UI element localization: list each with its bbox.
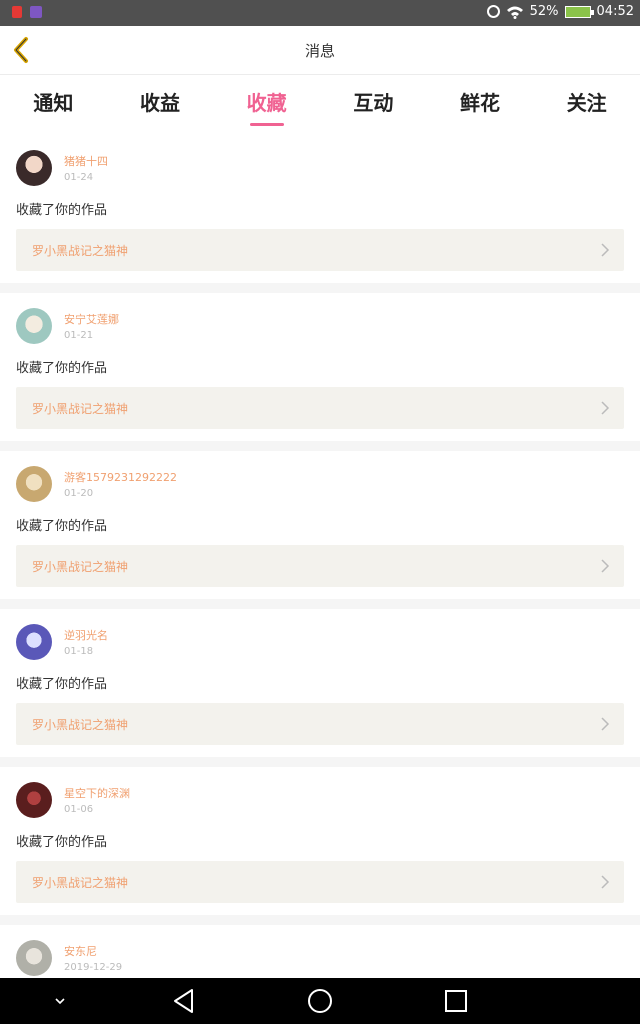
system-navigation-bar bbox=[0, 978, 640, 1024]
back-button[interactable] bbox=[164, 978, 204, 1024]
user-name[interactable]: 安宁艾莲娜 bbox=[64, 311, 119, 327]
date: 01-24 bbox=[64, 172, 94, 183]
action-text: 收藏了你的作品 bbox=[16, 677, 108, 692]
app-notification-icon bbox=[30, 6, 42, 18]
favorites-list: 猪猪十四 01-24 收藏了你的作品 罗小黑战记之猫神 安宁艾莲娜 01-21 … bbox=[0, 135, 640, 995]
user-name[interactable]: 猪猪十四 bbox=[64, 153, 108, 169]
status-bar: 52% 04:52 bbox=[0, 0, 640, 26]
tab-notifications[interactable]: 通知 bbox=[0, 75, 107, 135]
date: 01-21 bbox=[64, 330, 94, 341]
battery-icon bbox=[564, 5, 594, 18]
list-item: 星空下的深渊 01-06 收藏了你的作品 罗小黑战记之猫神 bbox=[0, 767, 640, 915]
avatar[interactable] bbox=[16, 624, 52, 660]
tab-label: 通知 bbox=[33, 91, 74, 115]
action-text: 收藏了你的作品 bbox=[16, 361, 108, 376]
home-circle-icon bbox=[308, 989, 332, 1013]
tab-favorites[interactable]: 收藏 bbox=[213, 75, 320, 135]
clock: 04:52 bbox=[596, 4, 634, 19]
header: 消息 bbox=[0, 26, 640, 75]
list-item: 安宁艾莲娜 01-21 收藏了你的作品 罗小黑战记之猫神 bbox=[0, 293, 640, 441]
tab-flowers[interactable]: 鲜花 bbox=[427, 75, 534, 135]
wifi-icon bbox=[506, 5, 524, 19]
date: 01-06 bbox=[64, 804, 94, 815]
work-link[interactable]: 罗小黑战记之猫神 bbox=[16, 545, 624, 587]
work-title: 罗小黑战记之猫神 bbox=[32, 718, 129, 732]
action-text: 收藏了你的作品 bbox=[16, 519, 108, 534]
tab-label: 关注 bbox=[566, 91, 607, 115]
hide-nav-button[interactable] bbox=[40, 978, 80, 1024]
alarm-icon bbox=[486, 5, 500, 18]
user-name[interactable]: 逆羽光名 bbox=[64, 627, 108, 643]
avatar[interactable] bbox=[16, 466, 52, 502]
work-link[interactable]: 罗小黑战记之猫神 bbox=[16, 387, 624, 429]
chevron-right-icon bbox=[601, 401, 610, 415]
chevron-right-icon bbox=[601, 717, 610, 731]
list-item: 逆羽光名 01-18 收藏了你的作品 罗小黑战记之猫神 bbox=[0, 609, 640, 757]
work-title: 罗小黑战记之猫神 bbox=[32, 244, 129, 258]
work-title: 罗小黑战记之猫神 bbox=[32, 402, 129, 416]
action-text: 收藏了你的作品 bbox=[16, 835, 108, 850]
user-name[interactable]: 星空下的深渊 bbox=[64, 785, 130, 801]
back-triangle-icon bbox=[174, 989, 193, 1013]
chevron-down-icon bbox=[55, 998, 65, 1005]
tab-bar: 通知 收益 收藏 互动 鲜花 关注 bbox=[0, 75, 640, 135]
tab-following[interactable]: 关注 bbox=[533, 75, 640, 135]
avatar[interactable] bbox=[16, 308, 52, 344]
work-title: 罗小黑战记之猫神 bbox=[32, 560, 129, 574]
user-name[interactable]: 游客1579231292222 bbox=[64, 469, 177, 485]
avatar[interactable] bbox=[16, 940, 52, 976]
work-title: 罗小黑战记之猫神 bbox=[32, 876, 129, 890]
tab-interactions[interactable]: 互动 bbox=[320, 75, 427, 135]
app-notification-icon bbox=[12, 6, 22, 18]
user-name[interactable]: 安东尼 bbox=[64, 943, 97, 959]
action-text: 收藏了你的作品 bbox=[16, 203, 108, 218]
tab-label: 鲜花 bbox=[460, 91, 501, 115]
active-tab-indicator bbox=[249, 123, 284, 126]
chevron-right-icon bbox=[601, 243, 610, 257]
work-link[interactable]: 罗小黑战记之猫神 bbox=[16, 229, 624, 271]
tab-earnings[interactable]: 收益 bbox=[107, 75, 214, 135]
recent-apps-button[interactable] bbox=[436, 978, 476, 1024]
list-item: 猪猪十四 01-24 收藏了你的作品 罗小黑战记之猫神 bbox=[0, 135, 640, 283]
work-link[interactable]: 罗小黑战记之猫神 bbox=[16, 861, 624, 903]
chevron-right-icon bbox=[601, 559, 610, 573]
home-button[interactable] bbox=[300, 978, 340, 1024]
tab-label: 互动 bbox=[353, 91, 394, 115]
tab-label: 收藏 bbox=[246, 91, 287, 115]
date: 01-18 bbox=[64, 646, 94, 657]
battery-percent: 52% bbox=[529, 4, 559, 19]
tab-label: 收益 bbox=[140, 91, 180, 115]
date: 2019-12-29 bbox=[64, 962, 123, 973]
page-title: 消息 bbox=[304, 42, 335, 60]
work-link[interactable]: 罗小黑战记之猫神 bbox=[16, 703, 624, 745]
list-item: 游客1579231292222 01-20 收藏了你的作品 罗小黑战记之猫神 bbox=[0, 451, 640, 599]
square-icon bbox=[445, 990, 467, 1012]
chevron-right-icon bbox=[601, 875, 610, 889]
avatar[interactable] bbox=[16, 782, 52, 818]
list-item: 安东尼 2019-12-29 bbox=[0, 925, 640, 985]
date: 01-20 bbox=[64, 488, 94, 499]
avatar[interactable] bbox=[16, 150, 52, 186]
